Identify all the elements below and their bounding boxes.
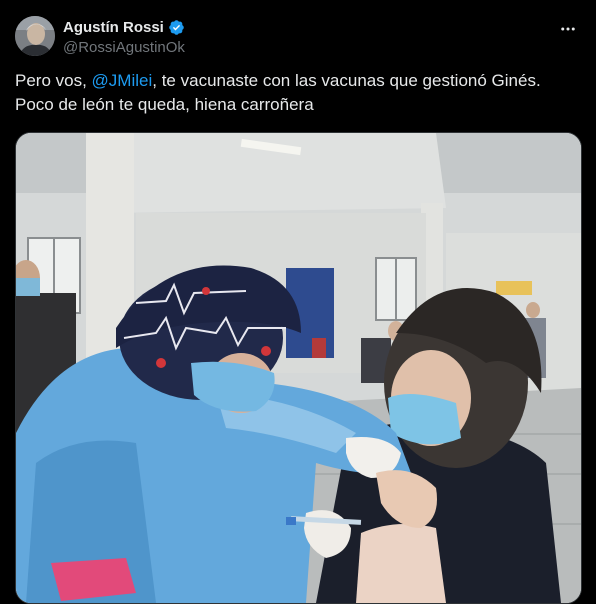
tweet-text-line-1: Pero vos, @JMilei, te vacunaste con las … — [15, 69, 581, 93]
tweet-text-line-2: Poco de león te queda, hiena carroñera — [15, 95, 314, 114]
tweet-text-segment: Pero vos, — [15, 71, 92, 90]
photo-vaccination-scene — [16, 133, 581, 603]
avatar[interactable] — [15, 16, 55, 56]
more-button[interactable] — [557, 18, 579, 40]
tweet-text: Pero vos, @JMilei, te vacunaste con las … — [15, 69, 581, 117]
tweet-text-segment: , te vacunaste con las vacunas que gesti… — [152, 71, 541, 90]
tweet-media-photo[interactable] — [15, 132, 582, 604]
verified-badge-icon — [169, 19, 184, 35]
profile-photo-icon — [15, 16, 55, 56]
author-names: Agustín Rossi @RossiAgustinOk — [63, 17, 185, 57]
tweet-header: Agustín Rossi @RossiAgustinOk — [15, 14, 581, 58]
author-display-name[interactable]: Agustín Rossi — [63, 19, 164, 36]
tweet[interactable]: Agustín Rossi @RossiAgustinOk Pero vos, … — [0, 0, 596, 604]
author-handle[interactable]: @RossiAgustinOk — [63, 39, 185, 56]
more-horizontal-icon — [561, 27, 575, 31]
mention-link[interactable]: @JMilei — [92, 71, 153, 90]
